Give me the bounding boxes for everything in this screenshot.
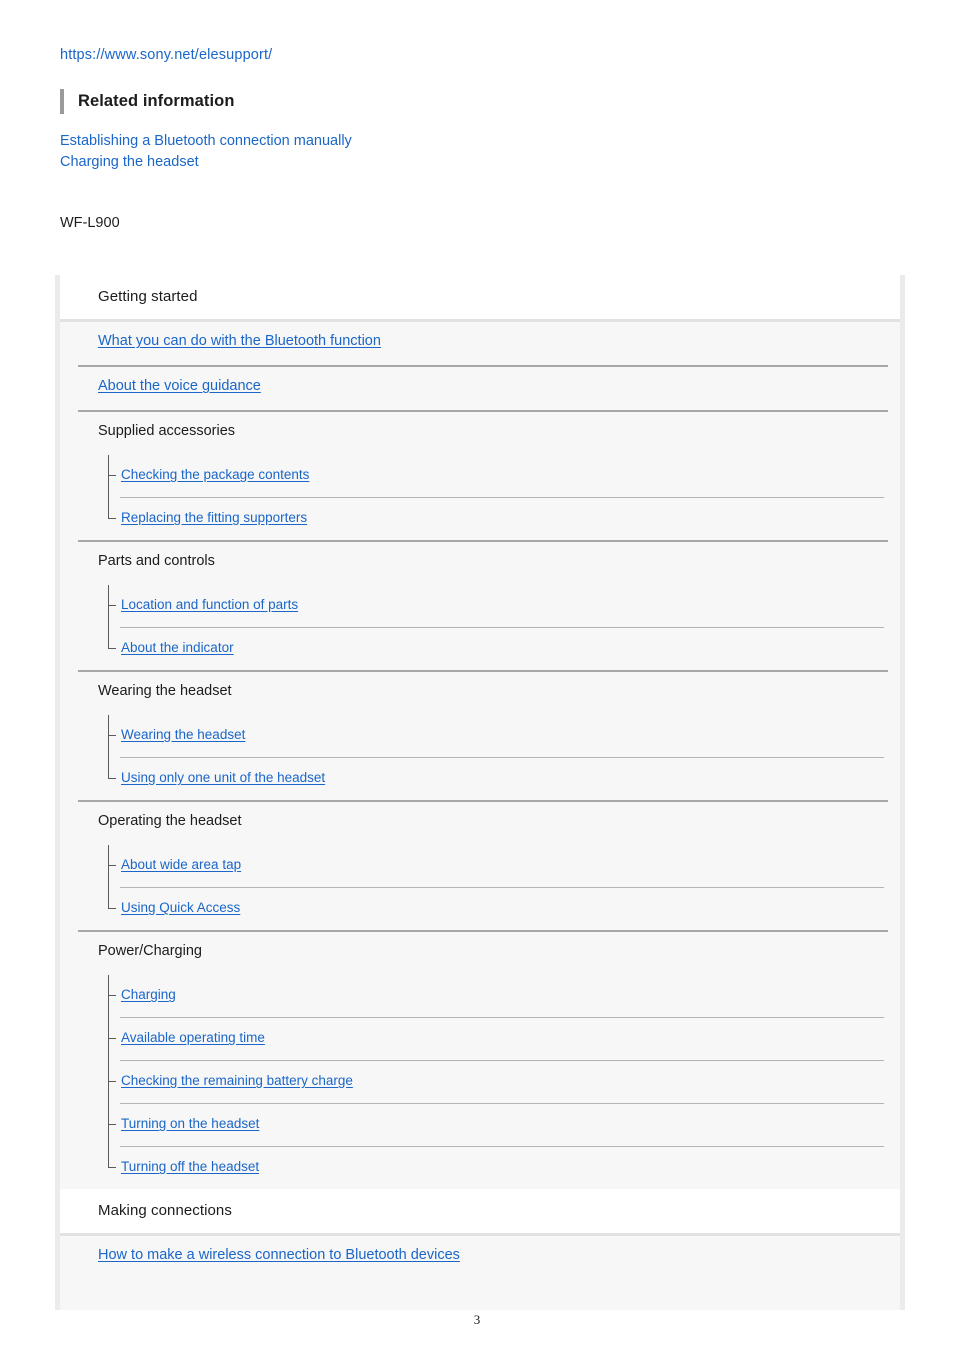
tree-branch-tick — [108, 1081, 116, 1082]
toc-subtree: Charging Available operating time Checking… — [60, 975, 900, 1189]
toc-group: Wearing the headset — [60, 672, 900, 715]
toc-sub-link[interactable]: Replacing the fitting supporters — [121, 510, 307, 525]
toc-sub-entry[interactable]: Using Quick Access — [60, 888, 900, 930]
toc-sub-link[interactable]: About wide area tap — [121, 857, 241, 872]
toc-sub-entry[interactable]: About the indicator — [60, 628, 900, 670]
toc-sub-entry[interactable]: Location and function of parts — [60, 585, 900, 627]
toc-sub-entry[interactable]: Turning on the headset — [60, 1104, 900, 1146]
toc-sub-link[interactable]: Location and function of parts — [121, 597, 298, 612]
related-information-label: Related information — [78, 91, 235, 110]
toc-section-header: Making connections — [60, 1189, 900, 1236]
document-page: https://www.sony.net/elesupport/ Related… — [0, 0, 954, 1350]
toc-entry[interactable]: About the voice guidance — [60, 367, 900, 410]
toc-group-label: Wearing the headset — [98, 683, 232, 699]
tree-branch-tick — [108, 735, 116, 736]
toc-sub-link[interactable]: About the indicator — [121, 640, 234, 655]
tree-branch-tick — [108, 908, 116, 909]
tree-branch-tick — [108, 995, 116, 996]
tree-branch-tick — [108, 1167, 116, 1168]
tree-branch-tick — [108, 518, 116, 519]
toc-section-body: What you can do with the Bluetooth funct… — [60, 322, 900, 1189]
toc-sub-link[interactable]: Wearing the headset — [121, 727, 245, 742]
toc-sub-link[interactable]: Charging — [121, 987, 176, 1002]
toc-sub-entry[interactable]: Checking the remaining battery charge — [60, 1061, 900, 1103]
related-information-heading: Related information — [60, 88, 235, 114]
toc-group: Power/Charging — [60, 932, 900, 975]
toc-group: Parts and controls — [60, 542, 900, 585]
page-number: 3 — [473, 1312, 481, 1327]
toc-link[interactable]: How to make a wireless connection to Blu… — [98, 1247, 460, 1263]
toc-sub-link[interactable]: Checking the package contents — [121, 467, 309, 482]
toc-entry[interactable]: How to make a wireless connection to Blu… — [60, 1236, 900, 1279]
related-link-0[interactable]: Establishing a Bluetooth connection manu… — [60, 131, 352, 152]
tree-branch-tick — [108, 778, 116, 779]
toc-section-header: Getting started — [60, 275, 900, 322]
tree-branch-tick — [108, 1124, 116, 1125]
tree-branch-tick — [108, 648, 116, 649]
toc-sub-link[interactable]: Turning on the headset — [121, 1116, 259, 1131]
toc-sub-entry[interactable]: Using only one unit of the headset — [60, 758, 900, 800]
toc-sub-link[interactable]: Turning off the headset — [121, 1159, 259, 1174]
toc-subtree: Location and function of parts About the … — [60, 585, 900, 670]
toc-link[interactable]: About the voice guidance — [98, 378, 261, 394]
toc-entry[interactable]: What you can do with the Bluetooth funct… — [60, 322, 900, 365]
related-link-1[interactable]: Charging the headset — [60, 152, 352, 173]
toc-link[interactable]: What you can do with the Bluetooth funct… — [98, 333, 381, 349]
toc-section-title: Making connections — [98, 1202, 232, 1219]
toc-sub-link[interactable]: Using only one unit of the headset — [121, 770, 325, 785]
toc-subtree: Checking the package contents Replacing t… — [60, 455, 900, 540]
model-name: WF-L900 — [60, 215, 120, 231]
heading-accent-bar — [60, 88, 64, 114]
toc-sub-entry[interactable]: Wearing the headset — [60, 715, 900, 757]
toc-group-label: Power/Charging — [98, 943, 202, 959]
toc-group-label: Operating the headset — [98, 813, 242, 829]
toc-group: Operating the headset — [60, 802, 900, 845]
toc-section-title: Getting started — [98, 288, 198, 305]
toc-sub-link[interactable]: Available operating time — [121, 1030, 265, 1045]
table-of-contents-frame: Getting started What you can do with the … — [55, 275, 905, 1310]
toc-sub-link[interactable]: Checking the remaining battery charge — [121, 1073, 353, 1088]
tree-branch-tick — [108, 475, 116, 476]
toc-section-body: How to make a wireless connection to Blu… — [60, 1236, 900, 1279]
toc-subtree: Wearing the headset Using only one unit o… — [60, 715, 900, 800]
toc-sub-entry[interactable]: About wide area tap — [60, 845, 900, 887]
tree-branch-tick — [108, 865, 116, 866]
tree-branch-tick — [108, 605, 116, 606]
tree-branch-tick — [108, 1038, 116, 1039]
toc-sub-link[interactable]: Using Quick Access — [121, 900, 240, 915]
toc-sub-entry[interactable]: Charging — [60, 975, 900, 1017]
toc-group: Supplied accessories — [60, 412, 900, 455]
toc-sub-entry[interactable]: Turning off the headset — [60, 1147, 900, 1189]
related-information-links: Establishing a Bluetooth connection manu… — [60, 131, 352, 172]
toc-subtree: About wide area tap Using Quick Access — [60, 845, 900, 930]
support-url-link[interactable]: https://www.sony.net/elesupport/ — [60, 47, 272, 63]
toc-sub-entry[interactable]: Replacing the fitting supporters — [60, 498, 900, 540]
toc-sub-entry[interactable]: Checking the package contents — [60, 455, 900, 497]
table-of-contents-panel: Getting started What you can do with the … — [60, 275, 900, 1310]
toc-group-label: Parts and controls — [98, 553, 215, 569]
toc-group-label: Supplied accessories — [98, 423, 236, 439]
toc-sub-entry[interactable]: Available operating time — [60, 1018, 900, 1060]
